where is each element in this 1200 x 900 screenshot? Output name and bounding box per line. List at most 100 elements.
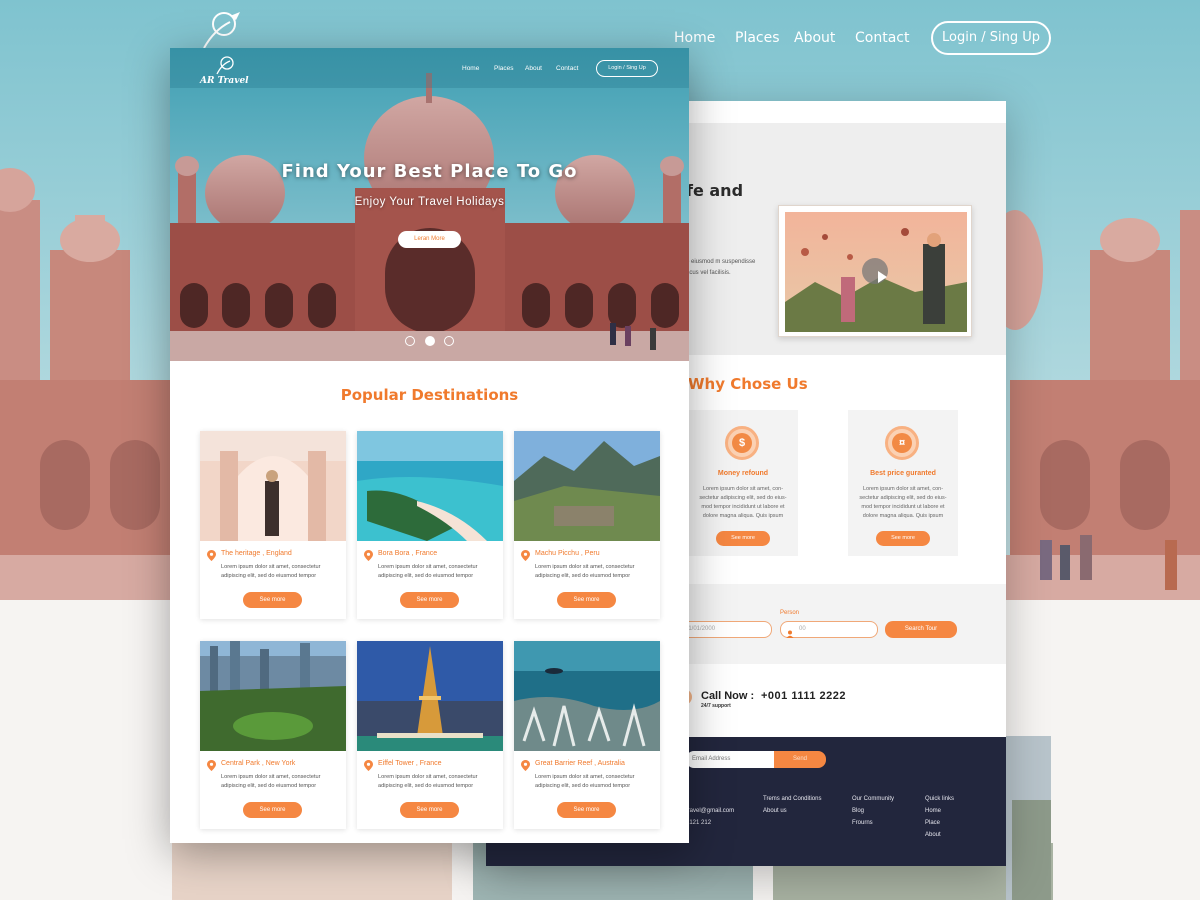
destination-name: Great Barrier Reef , Australia	[535, 760, 625, 767]
carousel-dot-3[interactable]	[444, 336, 454, 346]
feature-title: Best price guranted	[870, 470, 936, 477]
location-pin-icon	[364, 758, 373, 771]
footer-quick-links-column: Quick links Home Place About	[925, 793, 954, 841]
location-pin-icon	[207, 758, 216, 771]
footer-legal-column: Trems and Conditions About us	[763, 793, 821, 817]
feature-text: Lorem ipsum dolor sit amet, con- sectetu…	[699, 486, 787, 519]
destination-image[interactable]	[514, 641, 660, 751]
feature-best-price: ¤ Best price guranted Lorem ipsum dolor …	[848, 410, 958, 556]
destination-image[interactable]	[200, 431, 346, 541]
nav-contact[interactable]: Contact	[556, 65, 578, 72]
destination-description: Lorem ipsum dolor sit amet, consectetur …	[221, 774, 321, 789]
footer-link-forums[interactable]: Frourns	[852, 817, 894, 829]
destination-description: Lorem ipsum dolor sit amet, consectetur …	[378, 564, 478, 579]
destination-name: Central Park , New York	[221, 760, 296, 767]
background-nav-places: Places	[735, 30, 780, 46]
background-nav-contact: Contact	[855, 30, 910, 46]
footer-contact-column: s travel@gmail.com 2121 212	[686, 793, 734, 829]
background-nav-about: About	[794, 30, 836, 46]
see-more-button[interactable]: See more	[557, 592, 616, 608]
see-more-button[interactable]: See more	[243, 592, 302, 608]
background-login-button: Login / Sing Up	[931, 21, 1051, 55]
hero-title: Find Your Best Place To Go	[281, 161, 578, 182]
footer-link-terms[interactable]: Trems and Conditions	[763, 793, 821, 805]
destination-name: The heritage , England	[221, 550, 292, 557]
location-pin-icon	[521, 548, 530, 561]
carousel-dot-2[interactable]	[425, 336, 435, 346]
destination-card: Central Park , New York Lorem ipsum dolo…	[200, 641, 346, 829]
destination-card: Great Barrier Reef , Australia Lorem ips…	[514, 641, 660, 829]
nav-about[interactable]: About	[525, 65, 542, 72]
feature-see-more-button[interactable]: See more	[716, 531, 770, 546]
footer-contact-phone: 2121 212	[686, 820, 712, 826]
dollar-glyph: $	[732, 433, 752, 453]
about-title: fe and	[686, 181, 744, 200]
video-thumbnail[interactable]	[778, 205, 972, 337]
newsletter-send-button[interactable]: Send	[774, 751, 826, 768]
phone-number: +001 1111 2222	[761, 690, 847, 702]
nav-home[interactable]: Home	[462, 65, 479, 72]
feature-money-refound: $ Money refound Lorem ipsum dolor sit am…	[688, 410, 798, 556]
see-more-button[interactable]: See more	[400, 802, 459, 818]
feature-title: Money refound	[717, 470, 769, 477]
search-tour-button[interactable]: Search Tour	[885, 621, 957, 638]
location-pin-icon	[207, 548, 216, 561]
destination-image[interactable]	[357, 431, 503, 541]
support-label: 24/7 support	[701, 703, 731, 709]
destination-image[interactable]	[514, 431, 660, 541]
destination-card: Bora Bora , France Lorem ipsum dolor sit…	[357, 431, 503, 619]
about-text: o eiusmod m suspendisse acus vel facilis…	[686, 259, 756, 276]
destination-card: The heritage , England Lorem ipsum dolor…	[200, 431, 346, 619]
hero-subtitle: Enjoy Your Travel Holidays	[354, 196, 505, 208]
brand-name[interactable]: AR Travel	[200, 76, 249, 86]
person-icon	[786, 625, 794, 638]
background-nav-home: Home	[674, 30, 716, 46]
destination-card: Eiffel Tower , France Lorem ipsum dolor …	[357, 641, 503, 829]
footer-community-column: Our Community Blog Frourns	[852, 793, 894, 829]
nav-places[interactable]: Places	[494, 65, 514, 72]
see-more-button[interactable]: See more	[400, 592, 459, 608]
footer-quick-links-heading: Quick links	[925, 796, 955, 802]
date-input[interactable]: 01/01/2000	[676, 621, 772, 638]
learn-more-button[interactable]: Leran More	[398, 231, 461, 248]
destination-card: Machu Picchu , Peru Lorem ipsum dolor si…	[514, 431, 660, 619]
footer-link-home[interactable]: Home	[925, 805, 954, 817]
login-signup-button[interactable]: Login / Sing Up	[596, 60, 658, 77]
destination-description: Lorem ipsum dolor sit amet, consectetur …	[535, 564, 635, 579]
carousel-dot-1[interactable]	[405, 336, 415, 346]
footer-contact-item: s	[686, 793, 734, 805]
see-more-button[interactable]: See more	[243, 802, 302, 818]
call-now-label: Call Now :	[701, 690, 755, 702]
footer-link-place[interactable]: Place	[925, 817, 954, 829]
hand-coin-glyph: ¤	[892, 433, 912, 453]
hand-coin-icon: ¤	[885, 426, 919, 460]
location-pin-icon	[364, 548, 373, 561]
hero-section: AR Travel Home Places About Contact Logi…	[170, 48, 689, 361]
destination-name: Bora Bora , France	[378, 550, 438, 557]
destination-description: Lorem ipsum dolor sit amet, consectetur …	[221, 564, 321, 579]
destination-description: Lorem ipsum dolor sit amet, consectetur …	[378, 774, 478, 789]
brand-logo-icon[interactable]	[214, 54, 240, 76]
footer-link-about[interactable]: About	[925, 829, 954, 841]
person-input[interactable]: 00	[780, 621, 878, 638]
footer-link-blog[interactable]: Blog	[852, 805, 894, 817]
location-pin-icon	[521, 758, 530, 771]
popular-destinations-title: Popular Destinations	[340, 386, 519, 404]
footer-community-heading: Our Community	[852, 796, 895, 802]
destination-image[interactable]	[357, 641, 503, 751]
footer-link-about-us[interactable]: About us	[763, 805, 821, 817]
feature-text: Lorem ipsum dolor sit amet, con- sectetu…	[859, 486, 947, 519]
destination-image[interactable]	[200, 641, 346, 751]
destination-description: Lorem ipsum dolor sit amet, consectetur …	[535, 774, 635, 789]
newsletter-email-input[interactable]: Email Address	[686, 751, 774, 768]
see-more-button[interactable]: See more	[557, 802, 616, 818]
front-page-mockup: AR Travel Home Places About Contact Logi…	[170, 48, 689, 843]
destination-name: Machu Picchu , Peru	[535, 550, 600, 557]
play-icon[interactable]	[862, 258, 888, 284]
footer-contact-email[interactable]: travel@gmail.com	[686, 805, 734, 817]
why-title: Why Chose Us	[688, 375, 808, 393]
dollar-icon: $	[725, 426, 759, 460]
destination-name: Eiffel Tower , France	[378, 760, 442, 767]
person-label: Person	[780, 610, 800, 616]
feature-see-more-button[interactable]: See more	[876, 531, 930, 546]
